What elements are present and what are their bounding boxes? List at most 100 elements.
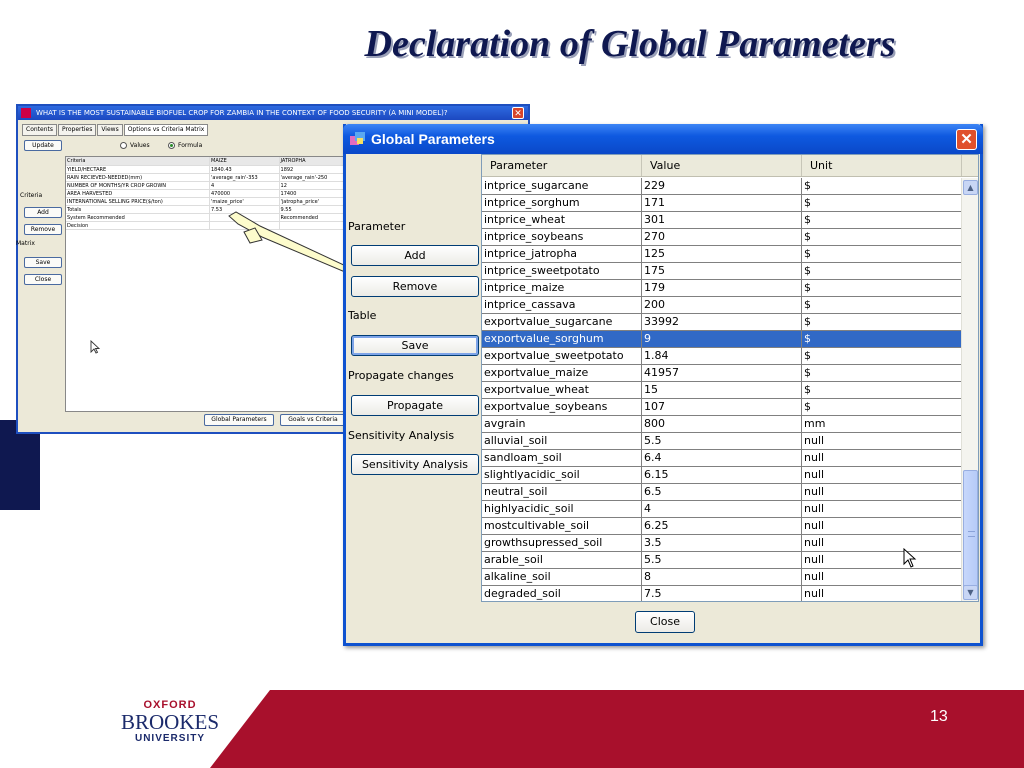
parameter-cell[interactable]: intprice_maize bbox=[482, 280, 642, 296]
unit-cell[interactable]: $ bbox=[802, 382, 962, 398]
table-row[interactable]: growthsupressed_soil 3.5 null bbox=[482, 535, 962, 552]
parameter-cell[interactable]: sandloam_soil bbox=[482, 450, 642, 466]
value-cell[interactable]: 15 bbox=[642, 382, 802, 398]
table-cell[interactable]: RAIN RECIEVED-NEEDED(mm) bbox=[66, 174, 210, 181]
unit-cell[interactable]: $ bbox=[802, 229, 962, 245]
table-row[interactable]: sandloam_soil 6.4 null bbox=[482, 450, 962, 467]
value-cell[interactable]: 301 bbox=[642, 212, 802, 228]
value-cell[interactable]: 6.15 bbox=[642, 467, 802, 483]
table-row[interactable]: degraded_soil 7.5 null bbox=[482, 586, 962, 601]
update-button[interactable]: Update bbox=[24, 140, 62, 151]
table-cell[interactable]: AREA HARVESTED bbox=[66, 190, 210, 197]
parameter-cell[interactable]: avgrain bbox=[482, 416, 642, 432]
table-row[interactable]: Decision bbox=[66, 222, 354, 230]
table-row[interactable]: exportvalue_maize 41957 $ bbox=[482, 365, 962, 382]
table-row[interactable]: System Recommended Recommended bbox=[66, 214, 354, 222]
table-cell[interactable] bbox=[210, 222, 280, 229]
parameter-cell[interactable]: exportvalue_sweetpotato bbox=[482, 348, 642, 364]
value-cell[interactable]: 179 bbox=[642, 280, 802, 296]
criteria-add-button[interactable]: Add bbox=[24, 207, 62, 218]
parameter-cell[interactable]: intprice_cassava bbox=[482, 297, 642, 313]
parameter-cell[interactable]: intprice_soybeans bbox=[482, 229, 642, 245]
unit-cell[interactable]: null bbox=[802, 552, 962, 568]
parameter-cell[interactable]: slightlyacidic_soil bbox=[482, 467, 642, 483]
table-row[interactable]: avgrain 800 mm bbox=[482, 416, 962, 433]
parameter-cell[interactable]: exportvalue_wheat bbox=[482, 382, 642, 398]
close-icon[interactable]: ✕ bbox=[512, 107, 524, 119]
unit-cell[interactable]: $ bbox=[802, 212, 962, 228]
value-cell[interactable]: 6.5 bbox=[642, 484, 802, 500]
propagate-button[interactable]: Propagate bbox=[351, 395, 479, 416]
table-row[interactable]: intprice_wheat 301 $ bbox=[482, 212, 962, 229]
value-cell[interactable]: 3.5 bbox=[642, 535, 802, 551]
unit-cell[interactable]: null bbox=[802, 518, 962, 534]
value-cell[interactable]: 5.5 bbox=[642, 433, 802, 449]
unit-cell[interactable]: null bbox=[802, 484, 962, 500]
tab-properties[interactable]: Properties bbox=[58, 124, 97, 136]
table-cell[interactable]: INTERNATIONAL SELLING PRICE($/ton) bbox=[66, 198, 210, 205]
unit-cell[interactable]: null bbox=[802, 535, 962, 551]
table-row[interactable]: RAIN RECIEVED-NEEDED(mm)'average_rain'-3… bbox=[66, 174, 354, 182]
value-cell[interactable]: 6.25 bbox=[642, 518, 802, 534]
value-cell[interactable]: 1.84 bbox=[642, 348, 802, 364]
table-row[interactable]: intprice_sugarcane 229 $ bbox=[482, 178, 962, 195]
unit-cell[interactable]: null bbox=[802, 450, 962, 466]
scrollbar-thumb[interactable] bbox=[963, 470, 978, 598]
sensitivity-analysis-button[interactable]: Sensitivity Analysis bbox=[351, 454, 479, 475]
add-button[interactable]: Add bbox=[351, 245, 479, 266]
table-cell[interactable]: YIELD/HECTARE bbox=[66, 166, 210, 173]
value-cell[interactable]: 200 bbox=[642, 297, 802, 313]
table-row[interactable]: intprice_maize 179 $ bbox=[482, 280, 962, 297]
value-cell[interactable]: 800 bbox=[642, 416, 802, 432]
value-cell[interactable]: 8 bbox=[642, 569, 802, 585]
unit-cell[interactable]: $ bbox=[802, 314, 962, 330]
table-row[interactable]: Totals 7.53 9.55 bbox=[66, 206, 354, 214]
table-cell[interactable]: 470000 bbox=[210, 190, 280, 197]
parameter-cell[interactable]: alkaline_soil bbox=[482, 569, 642, 585]
table-row[interactable]: YIELD/HECTARE 1840.43 1892 bbox=[66, 166, 354, 174]
table-row[interactable]: neutral_soil 6.5 null bbox=[482, 484, 962, 501]
table-row[interactable]: exportvalue_sorghum 9 $ bbox=[482, 331, 962, 348]
table-cell[interactable]: 'average_rain'-353 bbox=[210, 174, 280, 181]
table-row[interactable]: exportvalue_sweetpotato 1.84 $ bbox=[482, 348, 962, 365]
formula-radio[interactable]: Formula bbox=[168, 142, 202, 149]
table-row[interactable]: alkaline_soil 8 null bbox=[482, 569, 962, 586]
table-row[interactable]: alluvial_soil 5.5 null bbox=[482, 433, 962, 450]
unit-cell[interactable]: $ bbox=[802, 263, 962, 279]
goals-vs-criteria-button[interactable]: Goals vs Criteria bbox=[280, 414, 346, 426]
unit-cell[interactable]: $ bbox=[802, 246, 962, 262]
unit-cell[interactable]: null bbox=[802, 501, 962, 517]
parameter-cell[interactable]: neutral_soil bbox=[482, 484, 642, 500]
unit-cell[interactable]: null bbox=[802, 467, 962, 483]
parameter-cell[interactable]: intprice_wheat bbox=[482, 212, 642, 228]
column-header-value[interactable]: Value bbox=[642, 155, 802, 176]
value-cell[interactable]: 125 bbox=[642, 246, 802, 262]
parameter-cell[interactable]: intprice_sweetpotato bbox=[482, 263, 642, 279]
parameter-cell[interactable]: exportvalue_maize bbox=[482, 365, 642, 381]
table-cell[interactable]: Decision bbox=[66, 222, 210, 229]
parameter-cell[interactable]: intprice_jatropha bbox=[482, 246, 642, 262]
remove-button[interactable]: Remove bbox=[351, 276, 479, 297]
value-cell[interactable]: 9 bbox=[642, 331, 802, 347]
table-row[interactable]: NUMBER OF MONTHS/YR CROP GROWN 4 12 bbox=[66, 182, 354, 190]
table-row[interactable]: exportvalue_soybeans 107 $ bbox=[482, 399, 962, 416]
value-cell[interactable]: 33992 bbox=[642, 314, 802, 330]
values-radio[interactable]: Values bbox=[120, 142, 150, 149]
global-parameters-button[interactable]: Global Parameters bbox=[204, 414, 274, 426]
close-button[interactable]: Close bbox=[635, 611, 695, 633]
value-cell[interactable]: 229 bbox=[642, 178, 802, 194]
table-row[interactable]: arable_soil 5.5 null bbox=[482, 552, 962, 569]
table-row[interactable]: intprice_sweetpotato 175 $ bbox=[482, 263, 962, 280]
tab-views[interactable]: Views bbox=[97, 124, 123, 136]
table-cell[interactable]: System Recommended bbox=[66, 214, 210, 221]
value-cell[interactable]: 175 bbox=[642, 263, 802, 279]
value-cell[interactable]: 107 bbox=[642, 399, 802, 415]
table-row[interactable]: highlyacidic_soil 4 null bbox=[482, 501, 962, 518]
parameter-cell[interactable]: exportvalue_sorghum bbox=[482, 331, 642, 347]
parameter-cell[interactable]: intprice_sorghum bbox=[482, 195, 642, 211]
unit-cell[interactable]: $ bbox=[802, 399, 962, 415]
vertical-scrollbar[interactable]: ▲ ▼ bbox=[961, 178, 978, 601]
parameter-cell[interactable]: mostcultivable_soil bbox=[482, 518, 642, 534]
unit-cell[interactable]: $ bbox=[802, 365, 962, 381]
save-button[interactable]: Save bbox=[351, 335, 479, 356]
